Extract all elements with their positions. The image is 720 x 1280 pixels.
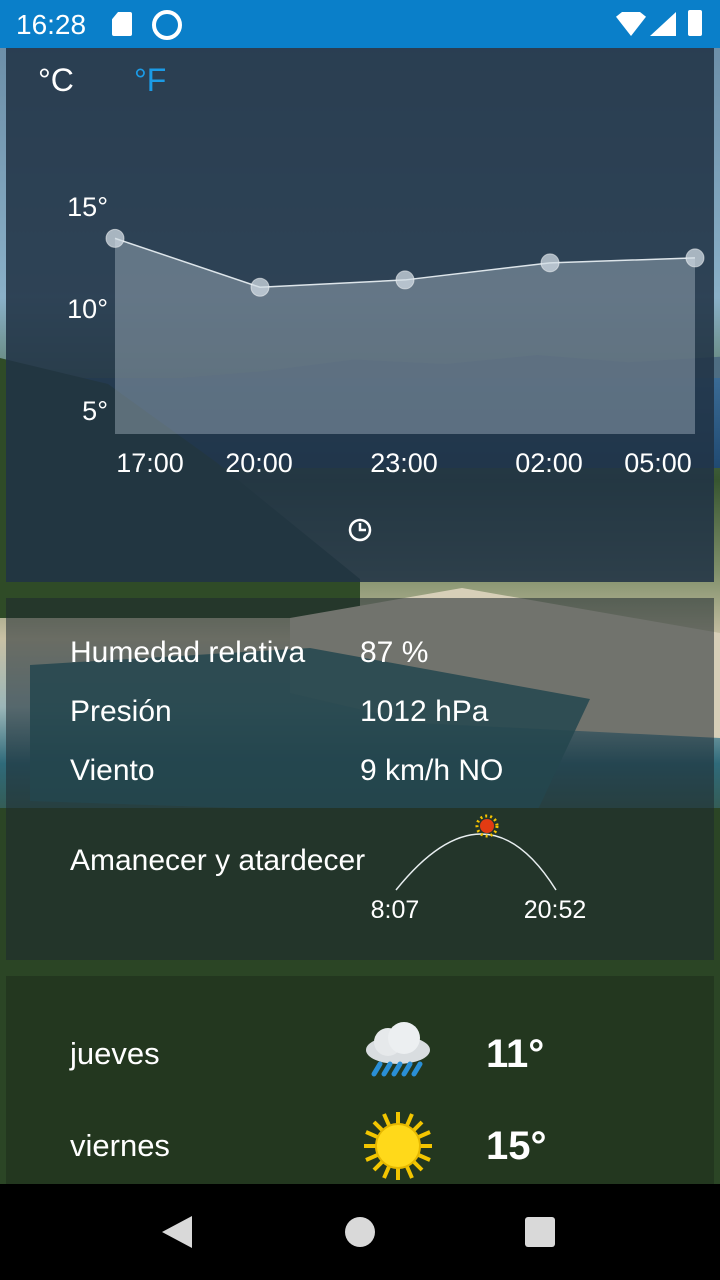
wind-label: Viento <box>70 754 155 787</box>
forecast-temp: 15° <box>486 1124 547 1168</box>
battery-icon <box>688 10 702 36</box>
x-tick-label: 23:00 <box>370 448 438 478</box>
temperature-point <box>250 277 270 297</box>
forecast-card: jueves 11° viernes 15° <box>6 976 714 1184</box>
signal-icon <box>650 12 676 36</box>
details-card: Humedad relativa 87 % Presión 1012 hPa V… <box>6 598 714 960</box>
y-tick-label: 15° <box>67 192 108 222</box>
pressure-label: Presión <box>70 695 172 728</box>
y-tick-label: 10° <box>67 294 108 324</box>
clock-icon[interactable] <box>348 518 372 542</box>
humidity-value: 87 % <box>360 636 429 669</box>
x-tick-label: 17:00 <box>116 448 184 478</box>
sd-card-icon <box>112 12 132 36</box>
temperature-point <box>105 228 125 248</box>
sun-position-icon <box>475 814 499 838</box>
sun-arc <box>395 814 557 891</box>
sun-icon <box>364 1112 432 1180</box>
y-tick-label: 5° <box>82 396 108 426</box>
forecast-day: jueves <box>70 1036 160 1071</box>
humidity-label: Humedad relativa <box>70 636 306 669</box>
home-button[interactable] <box>345 1217 375 1247</box>
sunrise-time: 8:07 <box>370 896 420 924</box>
pressure-value: 1012 hPa <box>360 695 489 728</box>
x-tick-label: 20:00 <box>225 448 293 478</box>
sun-label: Amanecer y atardecer <box>70 844 366 877</box>
hourly-chart-card: °C °F 15° 10° 5° 17:00 20:00 23:00 02:00… <box>6 48 714 582</box>
status-bar: 16:28 <box>0 0 720 48</box>
recents-button[interactable] <box>525 1217 555 1247</box>
rain-cloud-icon <box>366 1022 430 1077</box>
sync-icon <box>152 10 182 40</box>
x-tick-label: 05:00 <box>624 448 692 478</box>
temperature-point <box>395 270 415 290</box>
temperature-point <box>540 253 560 273</box>
wind-value: 9 km/h NO <box>360 754 504 787</box>
status-time: 16:28 <box>16 9 87 40</box>
forecast-day: viernes <box>70 1128 170 1163</box>
forecast-temp: 11° <box>486 1032 545 1076</box>
temperature-chart <box>105 228 705 434</box>
sunset-time: 20:52 <box>523 896 587 924</box>
x-tick-label: 02:00 <box>515 448 583 478</box>
temperature-point <box>685 248 705 268</box>
wifi-icon <box>616 12 646 36</box>
